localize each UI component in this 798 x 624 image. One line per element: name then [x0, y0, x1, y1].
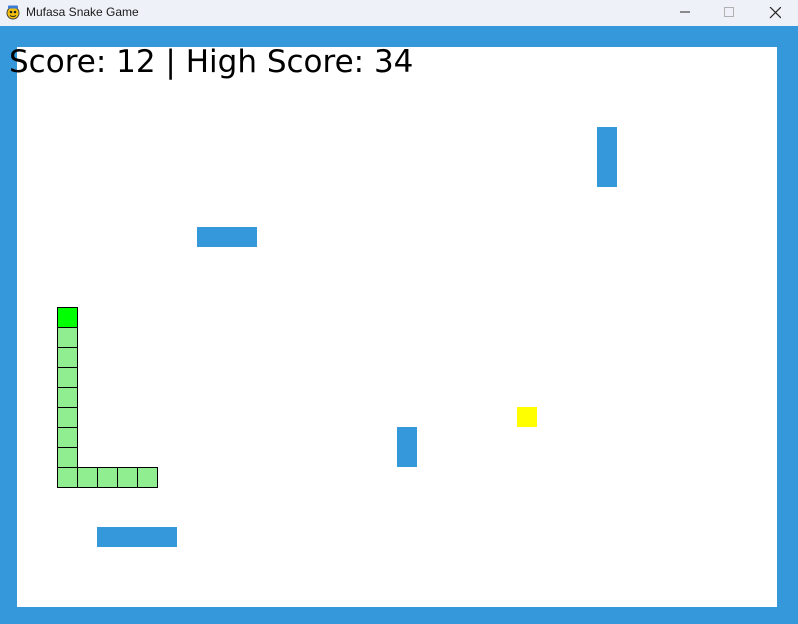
snake-segment — [57, 407, 78, 428]
obstacle-block — [597, 127, 617, 187]
maximize-icon — [724, 7, 734, 17]
snake-segment — [97, 467, 118, 488]
game-canvas[interactable]: Score: 12 | High Score: 34 — [0, 26, 798, 624]
snake-segment — [117, 467, 138, 488]
snake-head — [57, 307, 78, 328]
snake-segment — [57, 347, 78, 368]
food-pellet — [517, 407, 537, 427]
obstacle-block — [97, 527, 177, 547]
window-title: Mufasa Snake Game — [26, 5, 139, 19]
score-display: Score: 12 | High Score: 34 — [9, 44, 414, 80]
snake-segment — [57, 447, 78, 468]
snake-segment — [77, 467, 98, 488]
close-icon — [769, 7, 781, 19]
close-button[interactable] — [752, 0, 798, 26]
game-window: Mufasa Snake Game Score: 12 | High Score… — [0, 0, 798, 624]
obstacle-block — [397, 427, 417, 467]
pygame-snake-icon — [5, 4, 21, 20]
snake-segment — [137, 467, 158, 488]
obstacle-block — [197, 227, 257, 247]
snake-segment — [57, 427, 78, 448]
minimize-button[interactable] — [662, 0, 708, 26]
snake-segment — [57, 387, 78, 408]
snake-segment — [57, 367, 78, 388]
minimize-icon — [680, 11, 690, 13]
game-board — [57, 127, 617, 547]
title-bar[interactable]: Mufasa Snake Game — [0, 0, 798, 26]
snake-segment — [57, 467, 78, 488]
maximize-button[interactable] — [706, 0, 752, 26]
snake-segment — [57, 327, 78, 348]
